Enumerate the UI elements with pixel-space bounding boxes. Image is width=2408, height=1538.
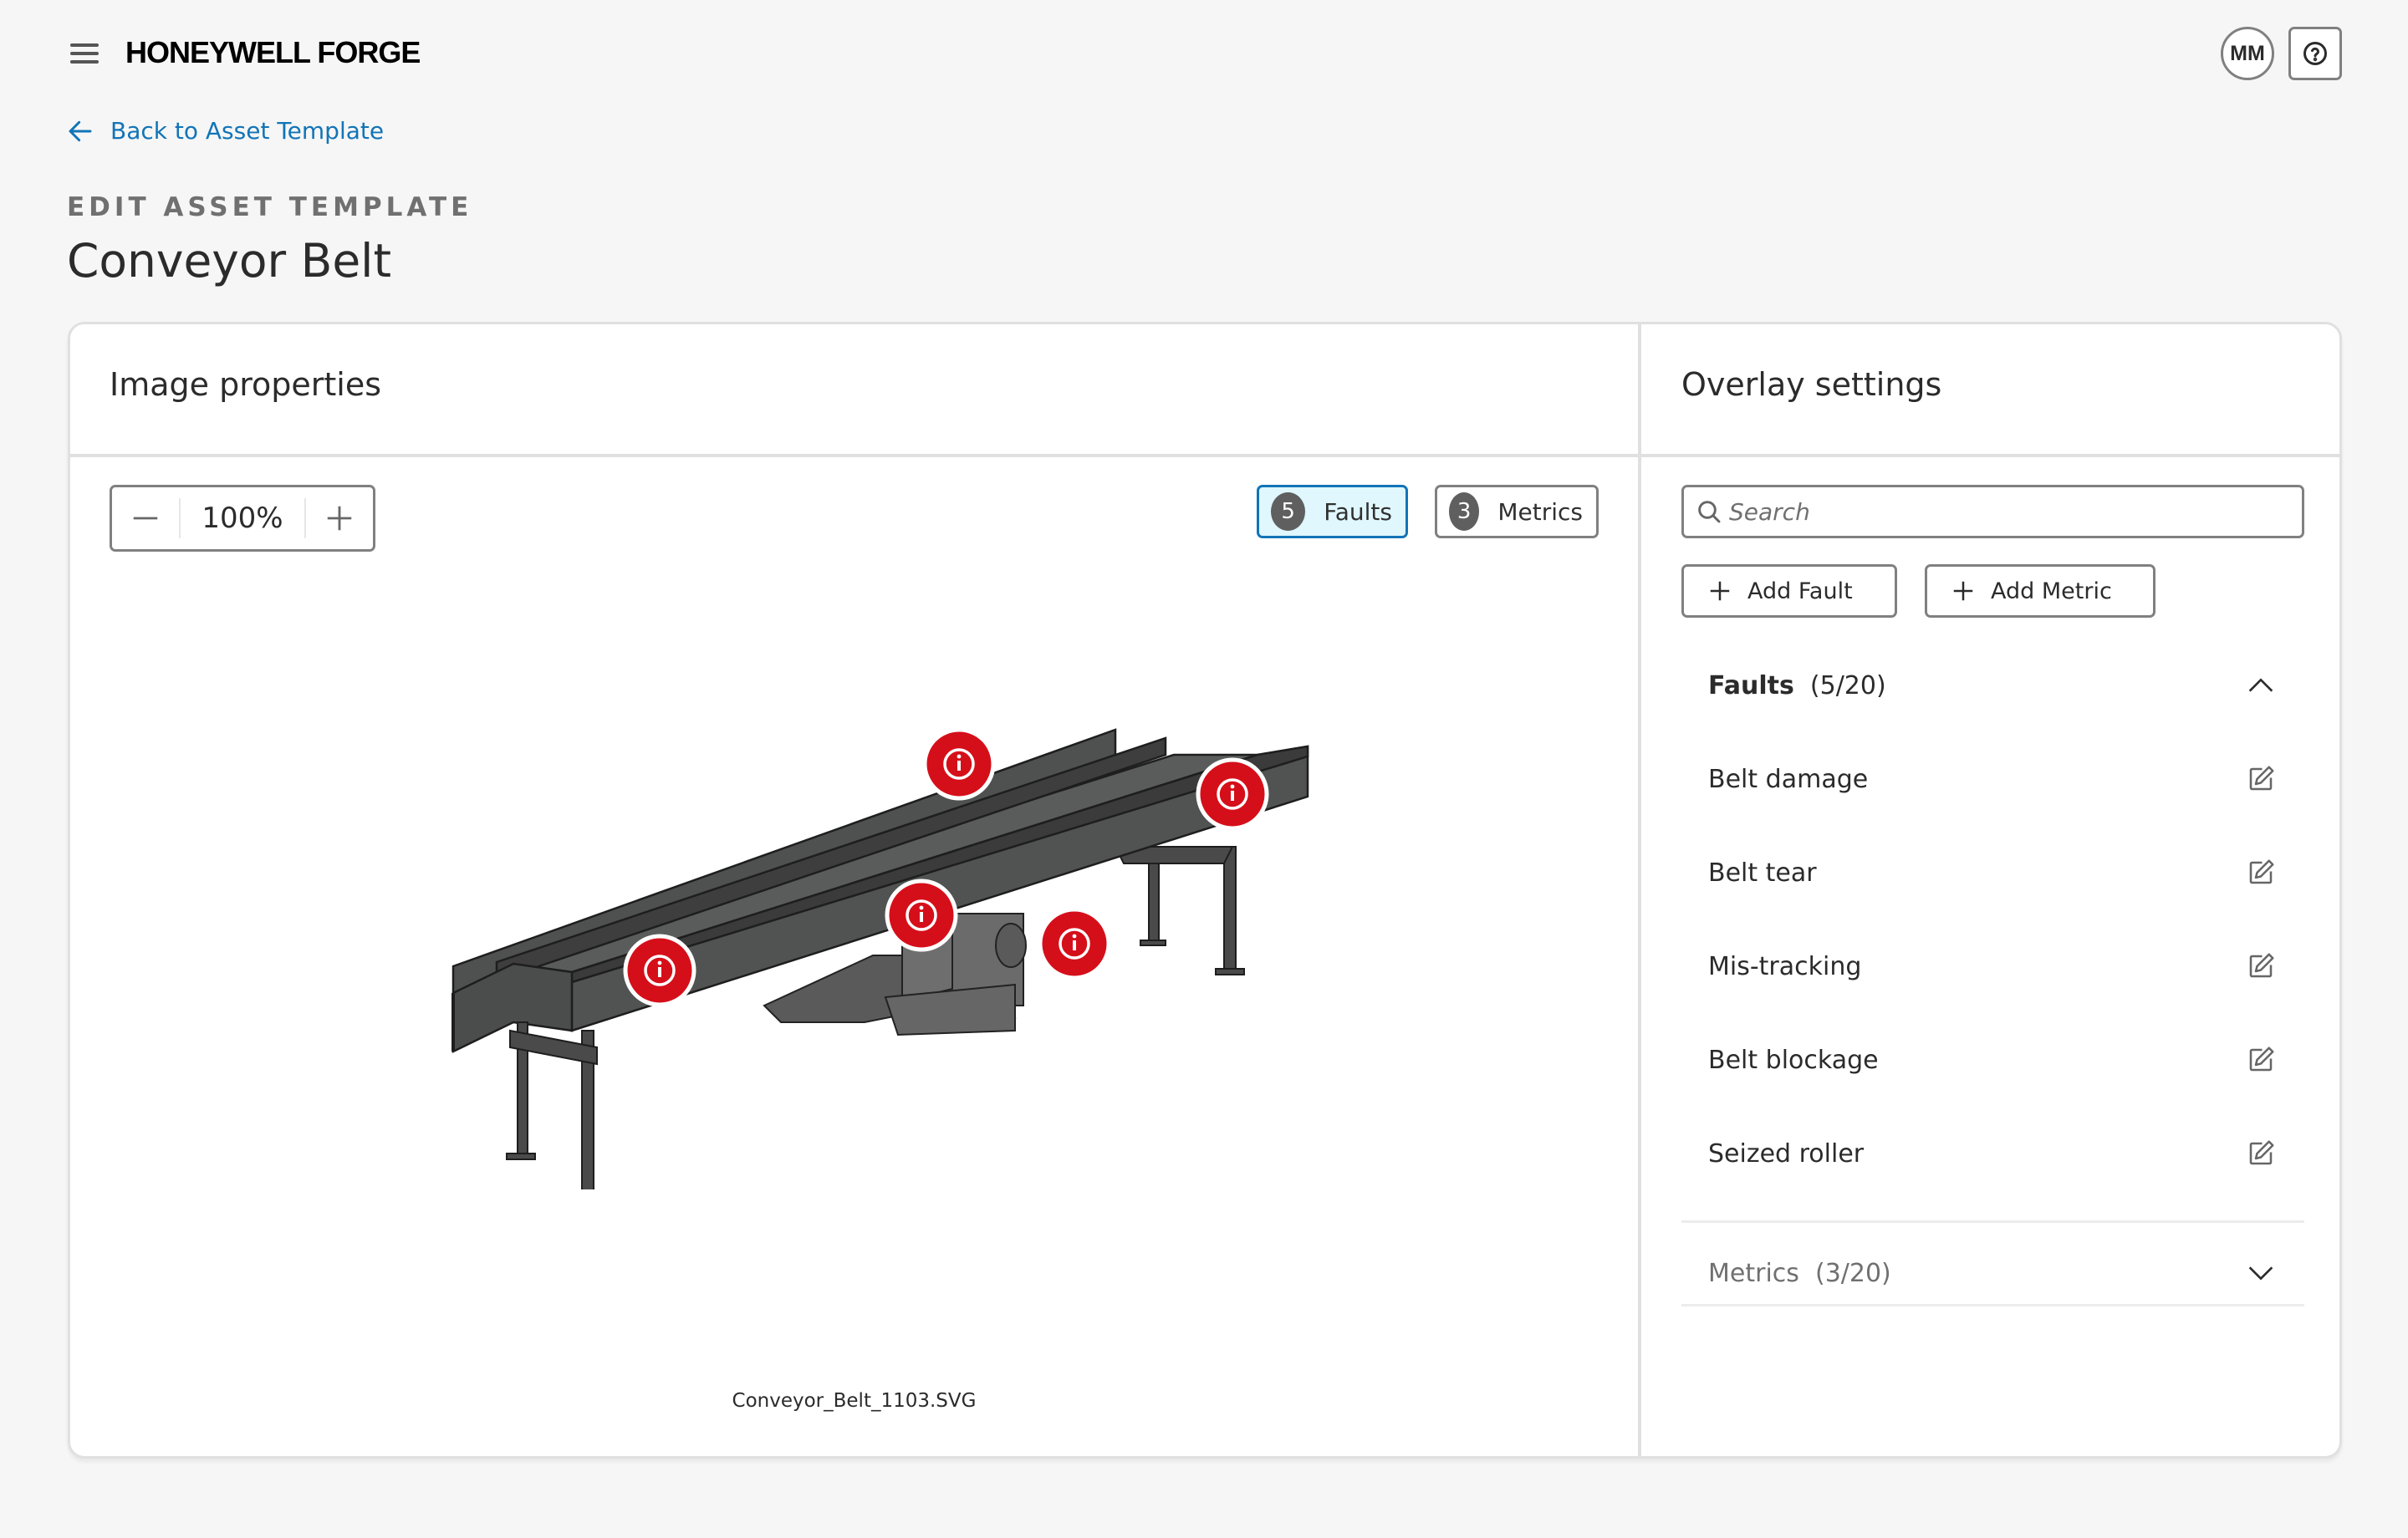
edit-icon (2249, 1047, 2274, 1072)
overlay-settings-title: Overlay settings (1681, 366, 1942, 403)
chevron-down-icon (2248, 1266, 2273, 1281)
plus-icon (327, 506, 352, 531)
add-metric-button[interactable]: Add Metric (1925, 564, 2155, 618)
fault-item-label: Seized roller (1708, 1138, 1865, 1169)
zoom-out-button[interactable] (112, 487, 179, 549)
conveyor-legs-back (1114, 846, 1245, 975)
page-title: Conveyor Belt (67, 234, 392, 288)
fault-list-item: Belt tear (1681, 839, 2304, 906)
metrics-section-header[interactable]: Metrics (3/20) (1681, 1240, 2304, 1306)
faults-toggle-chip[interactable]: 5 Faults (1257, 485, 1408, 538)
faults-heading: Faults (1708, 670, 1794, 700)
brand-logo: HONEYWELL FORGE (125, 35, 421, 69)
edit-fault-button[interactable] (2244, 762, 2278, 796)
metrics-toggle-chip[interactable]: 3 Metrics (1435, 485, 1599, 538)
add-metric-label: Add Metric (1991, 578, 2112, 604)
fault-list-item: Belt damage (1681, 746, 2304, 812)
back-to-asset-template-link[interactable]: Back to Asset Template (67, 117, 384, 145)
zoom-in-button[interactable] (306, 487, 373, 549)
image-filename: Conveyor_Belt_1103.SVG (732, 1390, 977, 1412)
edit-fault-button[interactable] (2244, 1043, 2278, 1077)
hamburger-menu-button[interactable] (69, 40, 102, 67)
edit-icon (2249, 953, 2274, 978)
zoom-value[interactable]: 100% (181, 502, 304, 535)
metrics-heading: Metrics (1708, 1258, 1799, 1288)
conveyor-belt-image (452, 727, 1309, 1189)
fault-marker[interactable] (922, 727, 996, 801)
fault-list-item: Mis-tracking (1681, 933, 2304, 1000)
fault-marker[interactable] (1196, 757, 1269, 831)
faults-section-label: Faults (5/20) (1708, 671, 1886, 700)
overlay-search (1681, 485, 2304, 538)
faults-section-header[interactable]: Faults (5/20) (1681, 652, 2304, 719)
metrics-section-count: (3/20) (1814, 1258, 1891, 1288)
menu-bar (70, 60, 99, 64)
help-icon (2303, 42, 2327, 65)
minus-icon (133, 517, 158, 520)
fault-item-label: Belt damage (1708, 764, 1869, 794)
fault-list-item: Belt blockage (1681, 1026, 2304, 1093)
plus-icon (1710, 581, 1730, 601)
edit-icon (2249, 766, 2274, 791)
header-divider (70, 454, 2339, 457)
help-button[interactable] (2288, 27, 2342, 80)
fault-marker[interactable] (885, 878, 958, 952)
faults-chip-label: Faults (1324, 497, 1392, 526)
fault-marker[interactable] (623, 934, 696, 1007)
search-input[interactable] (1729, 497, 2264, 526)
chevron-up-icon (2248, 678, 2273, 692)
fault-item-label: Belt tear (1708, 858, 1817, 888)
back-link-label: Back to Asset Template (110, 117, 385, 145)
menu-bar (70, 52, 99, 55)
add-fault-label: Add Fault (1747, 578, 1853, 604)
zoom-stepper: 100% (110, 485, 375, 552)
edit-icon (2249, 1140, 2274, 1165)
menu-bar (70, 43, 99, 47)
conveyor-legs-front (506, 1021, 598, 1189)
faults-section-count: (5/20) (1809, 670, 1886, 700)
edit-fault-button[interactable] (2244, 950, 2278, 983)
fault-list-item: Seized roller (1681, 1120, 2304, 1187)
panel-divider (1638, 324, 1641, 1456)
metrics-section-label: Metrics (3/20) (1708, 1259, 1891, 1288)
section-divider (1681, 1304, 2304, 1306)
edit-icon (2249, 859, 2274, 884)
edit-fault-button[interactable] (2244, 856, 2278, 889)
user-avatar[interactable]: MM (2221, 27, 2274, 80)
fault-item-label: Mis-tracking (1708, 951, 1862, 981)
page-eyebrow: EDIT ASSET TEMPLATE (67, 192, 473, 222)
metrics-chip-label: Metrics (1497, 497, 1583, 526)
faults-count-badge: 5 (1271, 492, 1306, 531)
arrow-left-icon (69, 120, 92, 141)
asset-template-card: Image properties 100% 5 Faults 3 Metrics (68, 322, 2342, 1459)
add-fault-button[interactable]: Add Fault (1681, 564, 1897, 618)
image-properties-title: Image properties (110, 366, 382, 403)
edit-fault-button[interactable] (2244, 1137, 2278, 1170)
metrics-count-badge: 3 (1449, 492, 1480, 531)
fault-item-label: Belt blockage (1708, 1045, 1879, 1075)
plus-icon (1953, 581, 1973, 601)
search-icon (1698, 501, 1721, 523)
section-divider (1681, 1220, 2304, 1223)
fault-marker[interactable] (1038, 907, 1111, 980)
